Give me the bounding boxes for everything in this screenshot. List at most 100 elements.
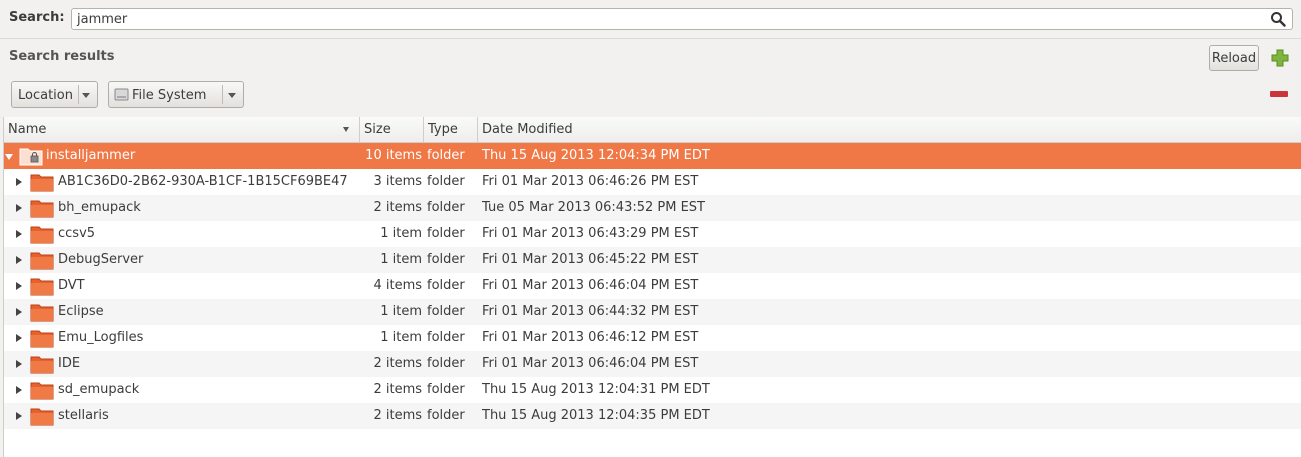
table-row[interactable]: DVT 4 items folder Fri 01 Mar 2013 06:46… bbox=[4, 273, 1301, 299]
row-type: folder bbox=[427, 200, 465, 215]
column-date[interactable]: Date Modified bbox=[478, 117, 1301, 142]
folder-icon bbox=[30, 252, 54, 270]
row-size: 2 items bbox=[373, 356, 422, 371]
row-date: Tue 05 Mar 2013 06:43:52 PM EST bbox=[482, 200, 705, 215]
dropdown-separator bbox=[78, 85, 79, 104]
row-name: installjammer bbox=[46, 148, 136, 163]
search-results-heading: Search results bbox=[9, 49, 115, 64]
row-date: Thu 15 Aug 2013 12:04:34 PM EDT bbox=[482, 148, 710, 163]
table-row[interactable]: IDE 2 items folder Fri 01 Mar 2013 06:46… bbox=[4, 351, 1301, 377]
drive-icon bbox=[114, 88, 129, 101]
column-size-label: Size bbox=[364, 122, 391, 137]
row-date: Fri 01 Mar 2013 06:46:04 PM EST bbox=[482, 356, 699, 371]
table-row[interactable]: Eclipse 1 item folder Fri 01 Mar 2013 06… bbox=[4, 299, 1301, 325]
row-date: Fri 01 Mar 2013 06:46:26 PM EST bbox=[482, 174, 699, 189]
reload-button[interactable]: Reload bbox=[1209, 45, 1259, 71]
row-type: folder bbox=[427, 226, 465, 241]
expander-collapsed-icon[interactable] bbox=[16, 204, 22, 212]
expander-collapsed-icon[interactable] bbox=[16, 230, 22, 238]
expander-collapsed-icon[interactable] bbox=[16, 360, 22, 368]
search-bar: Search: jammer bbox=[0, 0, 1301, 39]
row-type: folder bbox=[427, 278, 465, 293]
column-name-label: Name bbox=[8, 122, 47, 137]
row-name: bh_emupack bbox=[58, 200, 141, 215]
column-type-label: Type bbox=[428, 122, 458, 137]
dropdown-separator bbox=[222, 85, 223, 104]
table-row[interactable]: Emu_Logfiles 1 item folder Fri 01 Mar 20… bbox=[4, 325, 1301, 351]
expander-collapsed-icon[interactable] bbox=[16, 282, 22, 290]
row-type: folder bbox=[427, 408, 465, 423]
search-label: Search: bbox=[9, 10, 65, 25]
row-date: Fri 01 Mar 2013 06:45:22 PM EST bbox=[482, 252, 699, 267]
row-type: folder bbox=[427, 382, 465, 397]
add-icon[interactable] bbox=[1270, 48, 1290, 68]
row-date: Fri 01 Mar 2013 06:43:29 PM EST bbox=[482, 226, 699, 241]
folder-icon bbox=[30, 226, 54, 244]
remove-icon[interactable] bbox=[1270, 91, 1288, 97]
column-header: Name Size Type Date Modified bbox=[4, 117, 1301, 143]
results-list[interactable]: Name Size Type Date Modified installjamm… bbox=[3, 117, 1301, 457]
folder-icon bbox=[30, 382, 54, 400]
row-name: Emu_Logfiles bbox=[58, 330, 144, 345]
chevron-down-icon bbox=[228, 93, 236, 98]
expander-collapsed-icon[interactable] bbox=[16, 178, 22, 186]
row-size: 2 items bbox=[373, 200, 422, 215]
row-size: 10 items bbox=[365, 148, 422, 163]
row-size: 2 items bbox=[373, 382, 422, 397]
folder-icon bbox=[30, 356, 54, 374]
row-size: 1 item bbox=[380, 226, 422, 241]
row-type: folder bbox=[427, 148, 465, 163]
folder-icon bbox=[30, 330, 54, 348]
table-row[interactable]: installjammer 10 items folder Thu 15 Aug… bbox=[4, 143, 1301, 169]
row-name: IDE bbox=[58, 356, 81, 371]
search-input[interactable]: jammer bbox=[71, 8, 1293, 30]
location-dropdown-label: Location bbox=[18, 88, 73, 103]
column-type[interactable]: Type bbox=[424, 117, 478, 142]
folder-icon bbox=[30, 408, 54, 426]
row-size: 3 items bbox=[373, 174, 422, 189]
reload-button-label: Reload bbox=[1211, 51, 1257, 66]
expander-expanded-icon[interactable] bbox=[5, 154, 13, 160]
expander-collapsed-icon[interactable] bbox=[16, 256, 22, 264]
row-size: 1 item bbox=[380, 304, 422, 319]
row-name: DVT bbox=[58, 278, 85, 293]
row-size: 1 item bbox=[380, 252, 422, 267]
locked-folder-icon bbox=[19, 148, 43, 166]
location-dropdown[interactable]: Location bbox=[11, 81, 98, 108]
expander-collapsed-icon[interactable] bbox=[16, 334, 22, 342]
row-name: DebugServer bbox=[58, 252, 144, 267]
expander-collapsed-icon[interactable] bbox=[16, 386, 22, 394]
row-name: ccsv5 bbox=[58, 226, 96, 241]
filesystem-dropdown-label: File System bbox=[132, 88, 207, 103]
row-type: folder bbox=[427, 252, 465, 267]
expander-collapsed-icon[interactable] bbox=[16, 308, 22, 316]
row-date: Thu 15 Aug 2013 12:04:31 PM EDT bbox=[482, 382, 710, 397]
search-icon[interactable] bbox=[1270, 11, 1286, 27]
column-size[interactable]: Size bbox=[360, 117, 424, 142]
table-row[interactable]: sd_emupack 2 items folder Thu 15 Aug 201… bbox=[4, 377, 1301, 403]
expander-collapsed-icon[interactable] bbox=[16, 412, 22, 420]
row-name: sd_emupack bbox=[58, 382, 140, 397]
chevron-down-icon bbox=[82, 93, 90, 98]
row-date: Fri 01 Mar 2013 06:46:04 PM EST bbox=[482, 278, 699, 293]
row-size: 4 items bbox=[373, 278, 422, 293]
folder-icon bbox=[30, 174, 54, 192]
table-row[interactable]: DebugServer 1 item folder Fri 01 Mar 201… bbox=[4, 247, 1301, 273]
sort-descending-icon bbox=[343, 127, 349, 132]
row-name: stellaris bbox=[58, 408, 109, 423]
row-date: Thu 15 Aug 2013 12:04:35 PM EDT bbox=[482, 408, 710, 423]
table-row[interactable]: AB1C36D0-2B62-930A-B1CF-1B15CF69BE47 3 i… bbox=[4, 169, 1301, 195]
table-row[interactable]: bh_emupack 2 items folder Tue 05 Mar 201… bbox=[4, 195, 1301, 221]
row-name: Eclipse bbox=[58, 304, 104, 319]
filesystem-dropdown[interactable]: File System bbox=[108, 81, 244, 108]
row-type: folder bbox=[427, 356, 465, 371]
search-input-value[interactable]: jammer bbox=[77, 12, 127, 27]
table-row[interactable]: ccsv5 1 item folder Fri 01 Mar 2013 06:4… bbox=[4, 221, 1301, 247]
folder-icon bbox=[30, 304, 54, 322]
row-type: folder bbox=[427, 304, 465, 319]
row-date: Fri 01 Mar 2013 06:46:12 PM EST bbox=[482, 330, 699, 345]
table-row[interactable]: stellaris 2 items folder Thu 15 Aug 2013… bbox=[4, 403, 1301, 429]
column-name[interactable]: Name bbox=[4, 117, 360, 142]
column-date-label: Date Modified bbox=[482, 122, 573, 137]
row-size: 2 items bbox=[373, 408, 422, 423]
